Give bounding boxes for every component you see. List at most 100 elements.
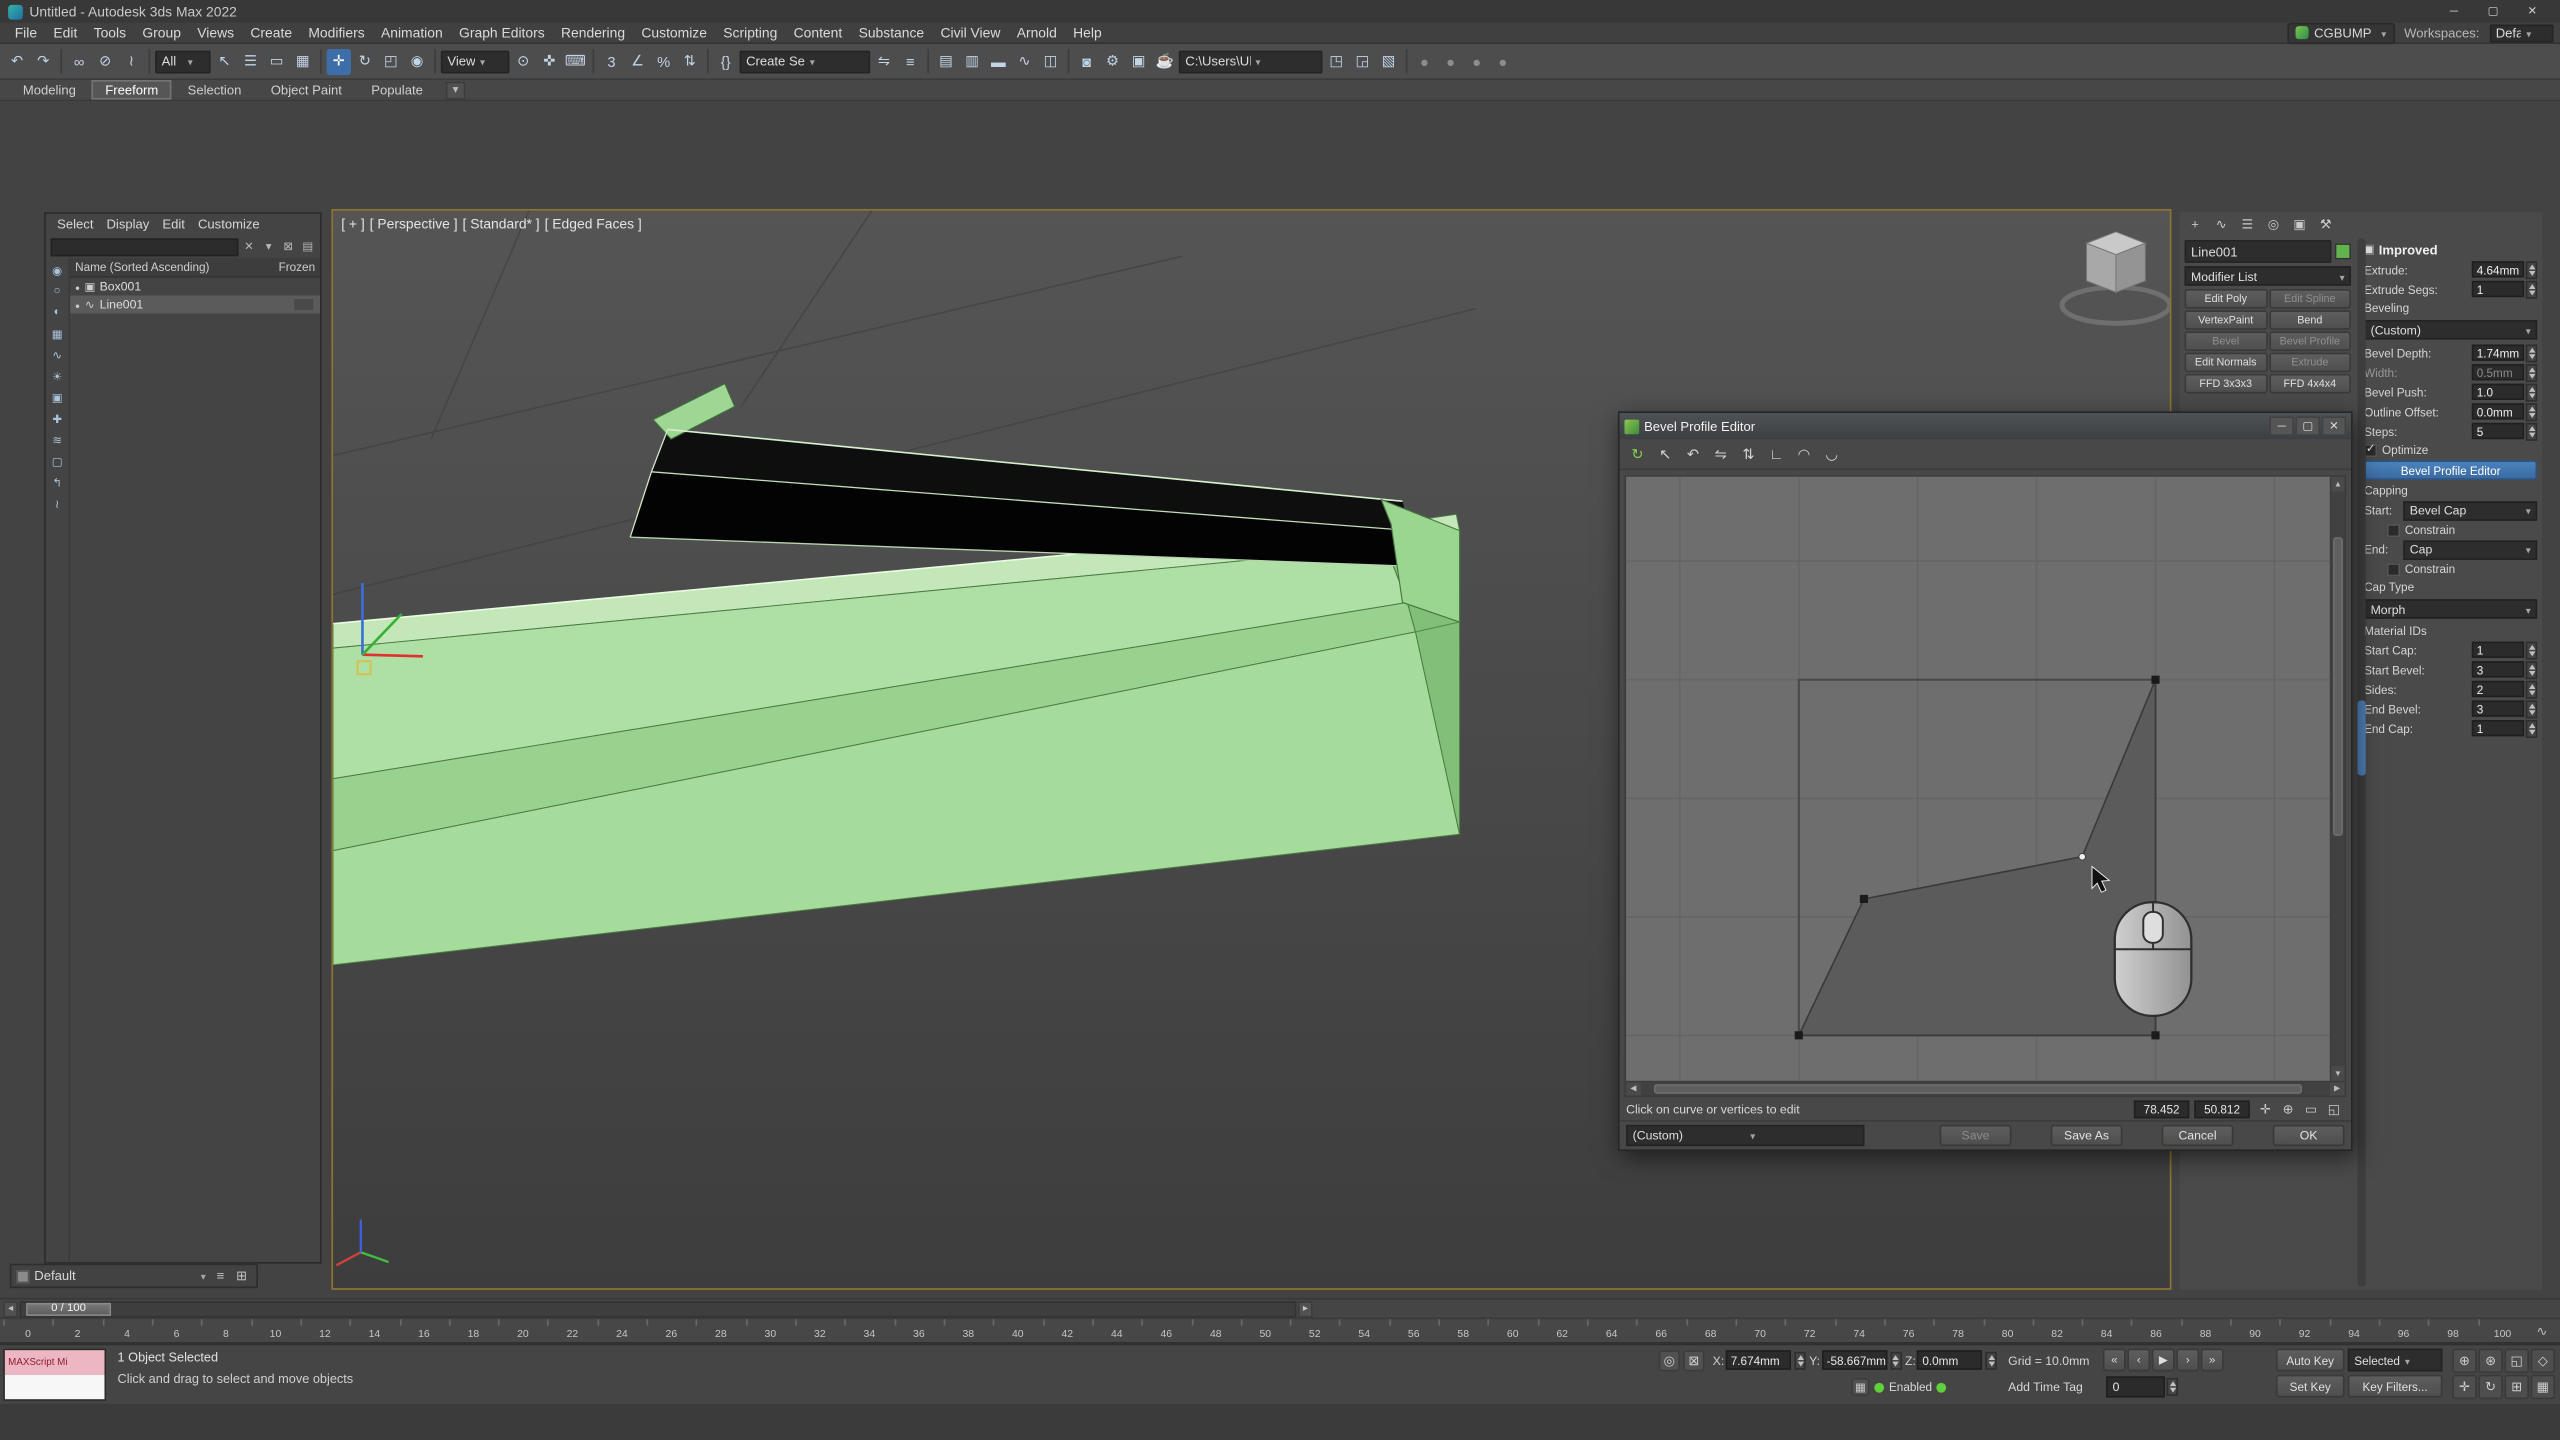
ruler-tick[interactable]: 78: [1933, 1319, 1982, 1342]
menu-item[interactable]: Tools: [85, 24, 134, 40]
add-time-tag[interactable]: Add Time Tag: [2008, 1380, 2083, 1395]
ribbon-config-icon[interactable]: ▾: [446, 81, 466, 99]
previous-frame-icon[interactable]: ‹: [2127, 1349, 2150, 1372]
scroll-right-icon[interactable]: ▶: [2330, 1082, 2345, 1095]
parameter-value-field[interactable]: 1: [2472, 281, 2524, 297]
modifier-button[interactable]: Extrude: [2269, 353, 2351, 373]
layer-list-icon[interactable]: ≡: [211, 1266, 231, 1286]
bevel-profile-shape[interactable]: [1799, 680, 2156, 1036]
menu-item[interactable]: Edit: [45, 24, 85, 40]
object-color-swatch[interactable]: [2335, 243, 2351, 259]
spinner-arrows[interactable]: [2526, 422, 2537, 440]
align-icon[interactable]: ≡: [898, 48, 922, 74]
modifier-button[interactable]: VertexPaint: [2184, 310, 2266, 330]
current-frame-field[interactable]: 0: [2106, 1376, 2165, 1397]
mirror-vertical-icon[interactable]: ⇅: [1736, 442, 1762, 466]
cap-type-dropdown[interactable]: Morph: [2364, 599, 2537, 619]
material-editor-icon[interactable]: ◙: [1074, 48, 1098, 74]
ruler-tick[interactable]: 38: [944, 1319, 993, 1342]
viewport-label-item[interactable]: [ + ]: [341, 216, 365, 232]
dialog-titlebar[interactable]: Bevel Profile Editor ─▢✕: [1620, 413, 2351, 439]
checkbox-icon[interactable]: [2364, 443, 2377, 456]
explorer-menu-item[interactable]: Edit: [158, 217, 190, 232]
end-constrain-checkbox[interactable]: Constrain: [2364, 560, 2537, 578]
visibility-dot-icon[interactable]: [75, 297, 80, 312]
viewport-layout-icon[interactable]: ▦: [2531, 1375, 2555, 1399]
frozen-column-header[interactable]: Frozen: [266, 260, 315, 275]
scene-row-line001[interactable]: ∿ Line001: [70, 296, 320, 314]
ruler-tick[interactable]: 54: [1339, 1319, 1388, 1342]
optimize-checkbox[interactable]: Optimize: [2364, 441, 2537, 459]
save-as-button[interactable]: Save As: [2051, 1125, 2123, 1146]
parameter-value-field[interactable]: 0.5mm: [2472, 364, 2524, 380]
ruler-tick[interactable]: 70: [1735, 1319, 1784, 1342]
ruler-tick[interactable]: 14: [350, 1319, 399, 1342]
undo-icon[interactable]: ↶: [5, 48, 29, 74]
mirror-icon[interactable]: ⇋: [872, 48, 896, 74]
canvas-horizontal-scrollbar[interactable]: ◀ ▶: [1624, 1082, 2346, 1097]
ruler-tick[interactable]: 4: [102, 1319, 151, 1342]
ruler-tick[interactable]: 94: [2329, 1319, 2378, 1342]
ruler-tick[interactable]: 8: [201, 1319, 250, 1342]
start-cap-dropdown[interactable]: Bevel Cap: [2403, 500, 2537, 520]
zoom-extents-icon[interactable]: ◱: [2504, 1349, 2528, 1373]
panel-scrollbar[interactable]: [2358, 238, 2366, 1286]
display-tab-icon[interactable]: ▣: [2289, 214, 2310, 235]
viewport-label-item[interactable]: [ Perspective ]: [370, 216, 458, 232]
ruler-tick[interactable]: 100: [2478, 1319, 2527, 1342]
select-by-name-icon[interactable]: ☰: [238, 48, 262, 74]
percent-snap-icon[interactable]: %: [651, 48, 675, 74]
ruler-tick[interactable]: 28: [696, 1319, 745, 1342]
scroll-track[interactable]: [1641, 1082, 2330, 1095]
go-to-end-icon[interactable]: »: [2201, 1349, 2224, 1372]
ruler-tick[interactable]: 86: [2131, 1319, 2180, 1342]
display-cameras-icon[interactable]: ▣: [48, 389, 66, 407]
parameter-value-field[interactable]: 4.64mm: [2472, 261, 2524, 277]
ruler-tick[interactable]: 88: [2181, 1319, 2230, 1342]
ruler-tick[interactable]: 18: [449, 1319, 498, 1342]
project-path-dropdown[interactable]: C:\Users\Ul...ds Max 2022: [1179, 50, 1323, 73]
maxscript-indicator-icon[interactable]: ▦: [1851, 1378, 1869, 1396]
parameter-value-field[interactable]: 3: [2472, 661, 2524, 677]
ruler-tick[interactable]: 32: [795, 1319, 844, 1342]
display-xrefs-icon[interactable]: ↰: [48, 473, 66, 491]
maxscript-mini-listener[interactable]: MAXScript Mi: [3, 1349, 106, 1401]
coordinate-value[interactable]: 7.674mm: [1726, 1350, 1791, 1370]
spinner-arrows[interactable]: [1794, 1351, 1805, 1369]
spinner-arrows[interactable]: [2526, 660, 2537, 678]
ruler-tick[interactable]: 58: [1438, 1319, 1487, 1342]
menu-item[interactable]: Views: [189, 24, 242, 40]
open-mini-curve-editor-icon[interactable]: ∿: [2527, 1319, 2556, 1342]
insert-corner-icon[interactable]: ∟: [1763, 442, 1789, 466]
ruler-tick[interactable]: 34: [845, 1319, 894, 1342]
end-cap-dropdown[interactable]: Cap: [2403, 540, 2537, 560]
render-production-icon[interactable]: ☕: [1153, 48, 1177, 74]
menu-item[interactable]: Civil View: [932, 24, 1008, 40]
ribbon-tab[interactable]: Object Paint: [258, 80, 355, 100]
modifier-button[interactable]: Edit Normals: [2184, 353, 2266, 373]
parameter-value-field[interactable]: 1: [2472, 720, 2524, 736]
spinner-arrows[interactable]: [2526, 383, 2537, 401]
select-and-link-icon[interactable]: ∞: [67, 48, 91, 74]
profile-curve-svg[interactable]: [1626, 477, 2330, 1081]
save-button[interactable]: Save: [1940, 1125, 2012, 1146]
named-selection-sets-dropdown[interactable]: Create Selection Set: [740, 50, 871, 73]
spinner-arrows[interactable]: [2526, 363, 2537, 381]
menu-item[interactable]: Scripting: [715, 24, 785, 40]
key-filters-button[interactable]: Key Filters...: [2348, 1375, 2443, 1398]
explorer-search-input[interactable]: [51, 238, 239, 256]
motion-tab-icon[interactable]: ◎: [2263, 214, 2284, 235]
ruler-tick[interactable]: 6: [152, 1319, 201, 1342]
zoom-all-icon[interactable]: ⊛: [2478, 1349, 2502, 1373]
parameter-value-field[interactable]: 0.0mm: [2472, 403, 2524, 419]
ruler-tick[interactable]: 96: [2379, 1319, 2428, 1342]
ribbon-tab[interactable]: Modeling: [10, 80, 89, 100]
create-tab-icon[interactable]: +: [2184, 214, 2205, 235]
profile-preset-dropdown[interactable]: (Custom): [1626, 1125, 1864, 1146]
spinner-arrows[interactable]: [2526, 641, 2537, 659]
ruler-tick[interactable]: 16: [399, 1319, 448, 1342]
spinner-arrows[interactable]: [2526, 402, 2537, 420]
select-and-rotate-icon[interactable]: ↻: [353, 48, 377, 74]
selected-vertex[interactable]: [2079, 853, 2086, 859]
menu-item[interactable]: Substance: [850, 24, 932, 40]
